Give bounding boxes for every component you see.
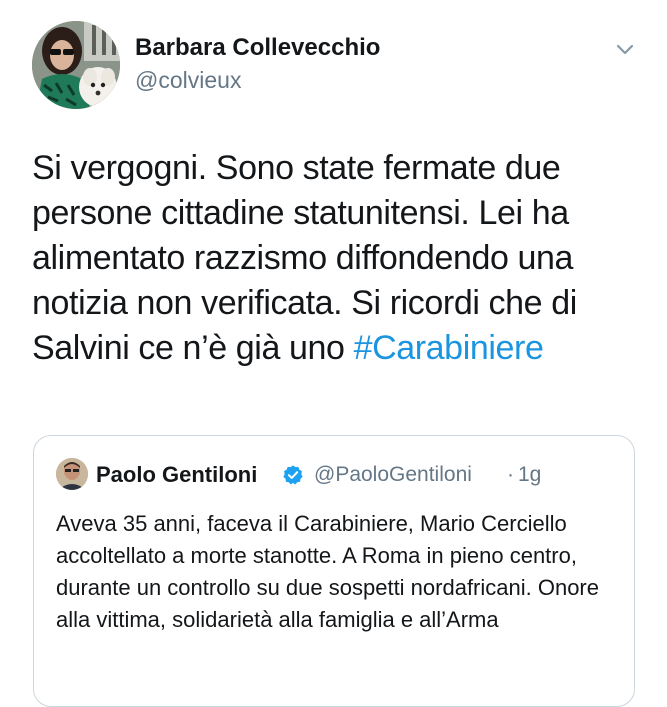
avatar-photo (32, 21, 120, 109)
meta-separator: · (507, 463, 514, 486)
quoted-author-handle[interactable]: @PaoloGentiloni (314, 463, 472, 487)
tweet-card: Barbara Collevecchio @colvieux Si vergog… (0, 0, 667, 707)
quoted-tweet-text: Aveva 35 anni, faceva il Carabiniere, Ma… (56, 511, 599, 632)
author-avatar[interactable] (32, 21, 120, 109)
quoted-author-name[interactable]: Paolo Gentiloni (96, 462, 257, 488)
quoted-timestamp[interactable]: 1g (518, 463, 541, 487)
verified-badge-icon (282, 464, 304, 486)
quoted-tweet[interactable]: Paolo Gentiloni @PaoloGentiloni · 1g Ave… (33, 435, 635, 707)
quoted-author-avatar[interactable] (56, 458, 88, 490)
quoted-avatar-photo (56, 458, 88, 490)
chevron-down-icon[interactable] (612, 40, 638, 60)
author-handle[interactable]: @colvieux (135, 67, 241, 94)
author-name[interactable]: Barbara Collevecchio (135, 34, 380, 62)
hashtag-link[interactable]: #Carabiniere (354, 329, 544, 367)
tweet-text: Si vergogni. Sono state fermate due pers… (32, 146, 642, 371)
